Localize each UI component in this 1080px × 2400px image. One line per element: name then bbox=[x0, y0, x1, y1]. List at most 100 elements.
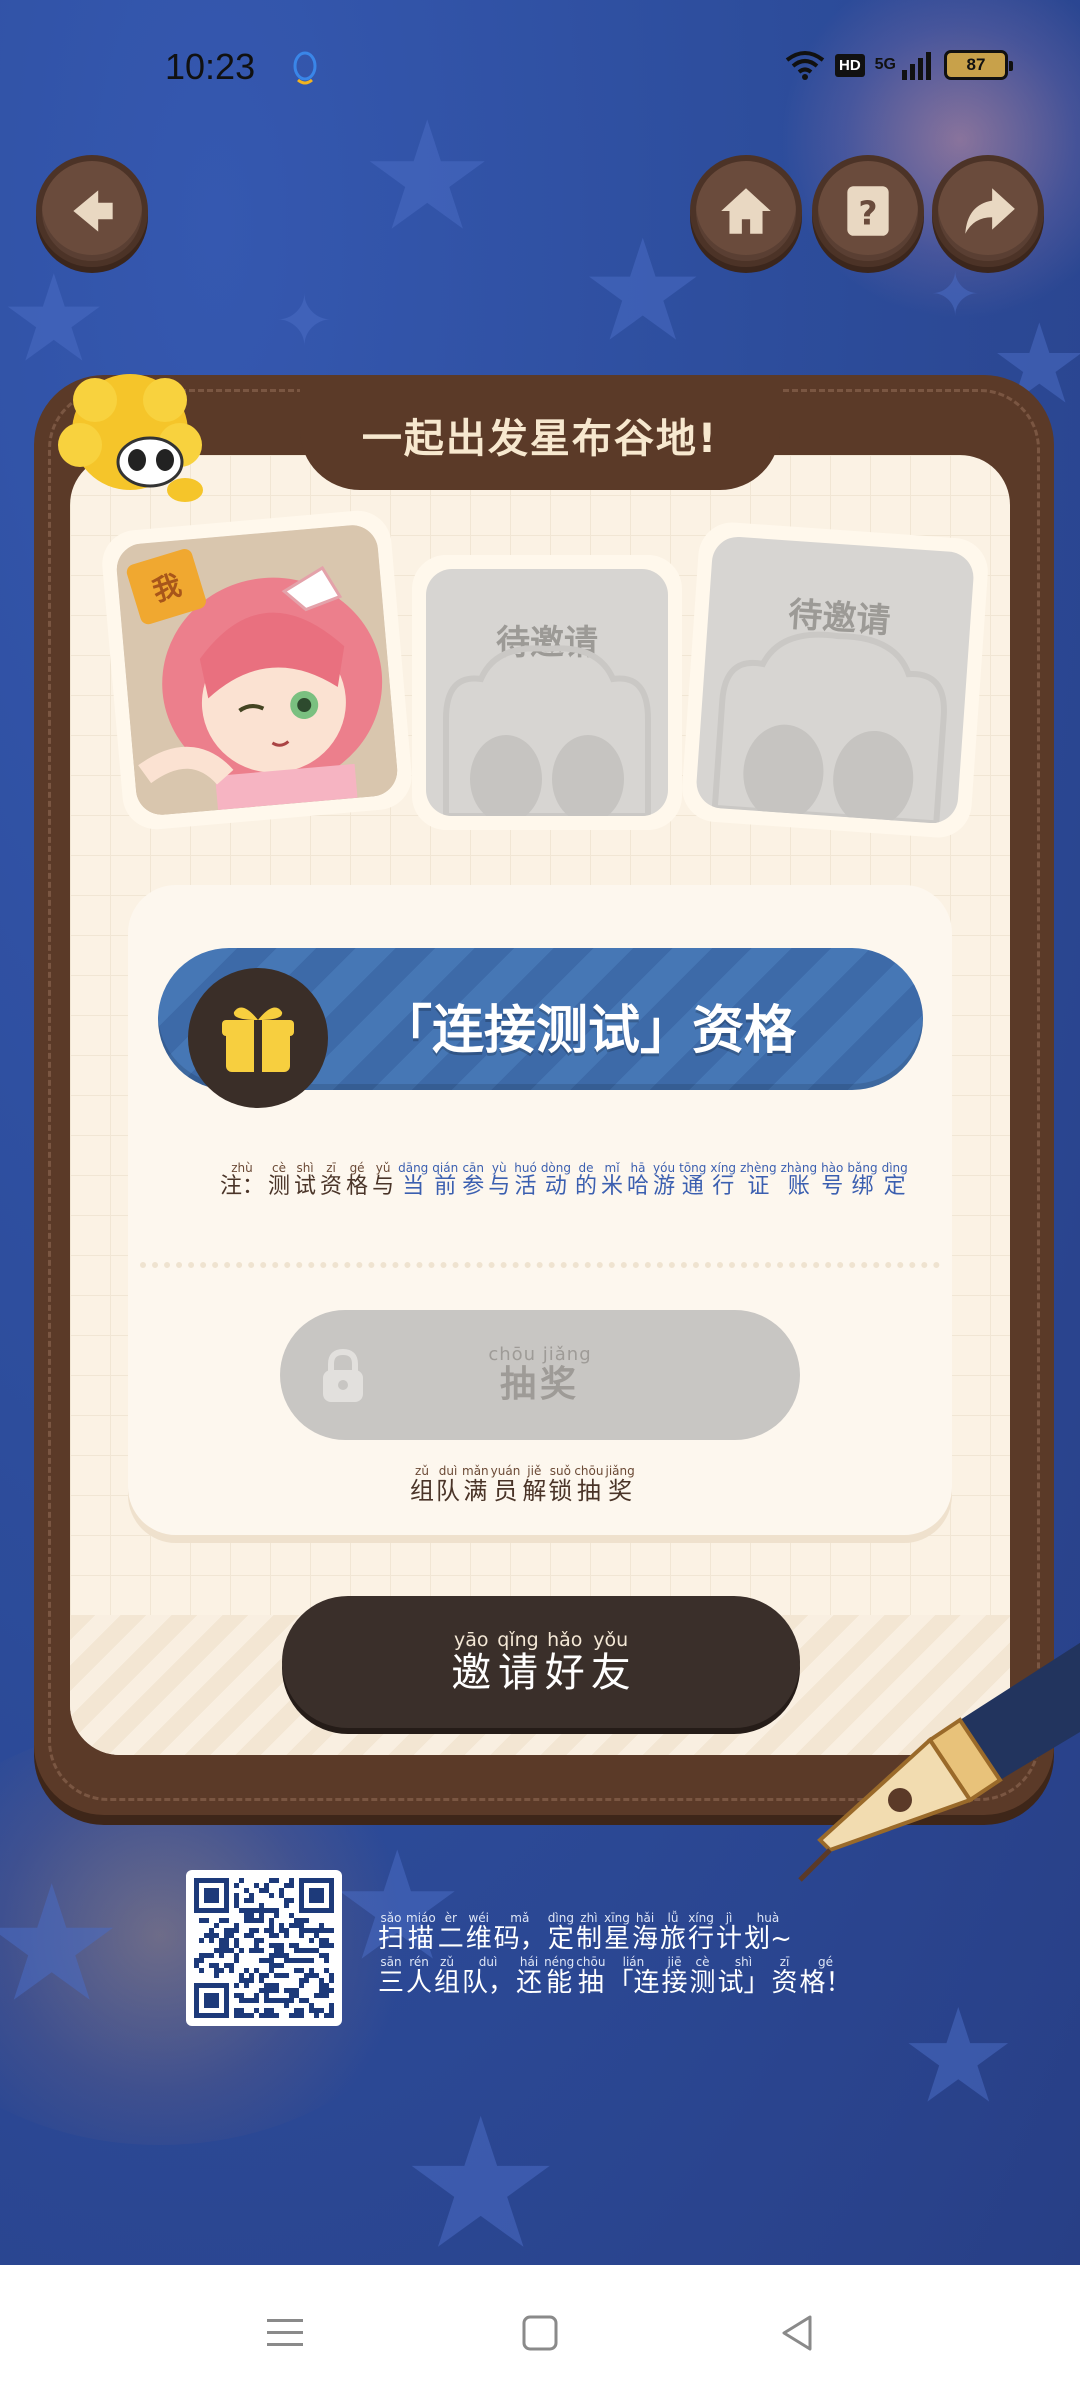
hanzi: 「连 bbox=[607, 1968, 660, 1998]
ruby-char: zī 资 bbox=[772, 1956, 798, 1996]
promo-line: sān 三 rén 人 zǔ 组 duì 队， hái 还 néng 能 chōu 抽 lián 「连 jiē 接… bbox=[378, 1956, 852, 1996]
menu-button[interactable] bbox=[255, 2307, 315, 2359]
ruby-char: xíng 行 bbox=[710, 1162, 736, 1198]
status-time: 10:23 bbox=[165, 46, 256, 87]
invite-button-label: yāo 邀 qǐng 请 hǎo 好 yǒu 友 bbox=[451, 1631, 631, 1696]
home-icon bbox=[721, 188, 771, 234]
qualification-note: zhù 注： cè 测 shì 试 zī 资 gé 格 yǔ 与 dāng 当 qián 前 cān 参 yù 与 hu… bbox=[220, 1162, 920, 1198]
ruby-char: hā 哈 bbox=[627, 1162, 649, 1198]
hanzi: 二 bbox=[437, 1924, 464, 1954]
ruby-char: gé 格！ bbox=[800, 1956, 852, 1996]
ruby-char: de 的 bbox=[575, 1162, 597, 1198]
invite-friends-button[interactable]: yāo 邀 qǐng 请 hǎo 好 yǒu 友 bbox=[282, 1596, 800, 1728]
invite-slot[interactable]: 待邀请 bbox=[412, 555, 682, 830]
share-button[interactable] bbox=[932, 155, 1044, 267]
hanzi: 奖 bbox=[608, 1477, 633, 1505]
hanzi: 号 bbox=[821, 1174, 844, 1199]
pending-avatar: 待邀请 bbox=[694, 535, 976, 825]
ruby-char: rén 人 bbox=[406, 1956, 432, 1996]
ruby-char: jiē 接 bbox=[661, 1956, 687, 1996]
back-button[interactable] bbox=[36, 155, 148, 267]
background-star: ★ bbox=[900, 1980, 1017, 2132]
my-avatar: 我 bbox=[114, 523, 400, 817]
ruby-char: suǒ 锁 bbox=[548, 1465, 572, 1503]
hanzi: 接 bbox=[661, 1968, 688, 1998]
hanzi: 友 bbox=[590, 1650, 631, 1696]
draw-label: 抽奖 bbox=[499, 1364, 580, 1406]
home-button[interactable] bbox=[690, 155, 802, 267]
promo-line: sǎo 扫 miáo 描 èr 二 wéi 维 mǎ 码， dìng 定 zhì 制 xīng 星 hǎi 海 lǚ… bbox=[378, 1912, 852, 1952]
hanzi: 能 bbox=[546, 1968, 573, 1998]
share-arrow-icon bbox=[965, 188, 1015, 234]
menu-icon bbox=[267, 2319, 303, 2346]
ruby-char: duì 队 bbox=[436, 1465, 460, 1503]
ruby-char: sān 三 bbox=[378, 1956, 404, 1996]
ruby-char: shì 试」 bbox=[718, 1956, 770, 1996]
ruby-char: hǎi 海 bbox=[632, 1912, 658, 1952]
invite-slot[interactable]: 待邀请 bbox=[679, 520, 991, 840]
hanzi: 测 bbox=[689, 1968, 716, 1998]
ruby-char: cè 测 bbox=[689, 1956, 715, 1996]
lock-icon bbox=[323, 1348, 363, 1402]
ruby-char: mǎ 码， bbox=[494, 1912, 546, 1952]
ruby-char: dìng 定 bbox=[882, 1162, 908, 1198]
background-star: ★ bbox=[0, 1850, 124, 2037]
battery-level: 87 bbox=[966, 55, 986, 74]
draw-button[interactable]: chōu jiǎng 抽奖 bbox=[280, 1310, 800, 1440]
ruby-char: yóu 游 bbox=[653, 1162, 675, 1198]
network-type: 5G bbox=[874, 56, 896, 73]
ruby-char: mǎn 满 bbox=[462, 1465, 489, 1503]
gift-badge bbox=[188, 968, 328, 1108]
hanzi: 三 bbox=[378, 1968, 405, 1998]
ruby-char: lián 「连 bbox=[607, 1956, 659, 1996]
hanzi: 员 bbox=[493, 1477, 518, 1505]
home-nav-button[interactable] bbox=[510, 2307, 570, 2359]
hanzi: 队， bbox=[462, 1968, 515, 1998]
signal-icon bbox=[902, 52, 931, 80]
hanzi: 活 bbox=[514, 1174, 537, 1199]
ruby-char: bǎng 绑 bbox=[847, 1162, 877, 1198]
hanzi: 格 bbox=[346, 1174, 369, 1199]
hanzi: 参 bbox=[462, 1174, 485, 1199]
hanzi: 锁 bbox=[548, 1477, 573, 1505]
ruby-char: miáo 描 bbox=[406, 1912, 436, 1952]
hanzi: 描 bbox=[407, 1924, 434, 1954]
status-icons: HD 5G 87 bbox=[785, 50, 1013, 80]
ruby-char: yǔ 与 bbox=[372, 1162, 394, 1198]
ruby-char: chōu 抽 bbox=[574, 1465, 603, 1503]
ruby-char: sǎo 扫 bbox=[378, 1912, 404, 1952]
hanzi: 星 bbox=[603, 1924, 630, 1954]
qualification-label: 「连接测试」资格 bbox=[380, 1000, 797, 1061]
draw-pinyin: chōu jiǎng bbox=[488, 1344, 592, 1366]
hanzi: 解 bbox=[522, 1477, 547, 1505]
hanzi: 注： bbox=[220, 1174, 265, 1199]
ruby-char: cān 参 bbox=[462, 1162, 484, 1198]
divider bbox=[140, 1262, 940, 1268]
hanzi: 证 bbox=[747, 1174, 770, 1199]
hanzi: 动 bbox=[544, 1174, 567, 1199]
help-button[interactable]: ? bbox=[812, 155, 924, 267]
unlock-hint: zǔ 组 duì 队 mǎn 满 yuán 员 jiě 解 suǒ 锁 chōu 抽 jiǎng 奖 bbox=[410, 1465, 635, 1503]
back-nav-button[interactable] bbox=[768, 2307, 828, 2359]
hanzi: 抽 bbox=[577, 1968, 604, 1998]
background-star: ★ bbox=[580, 210, 706, 373]
hanzi: 旅 bbox=[660, 1924, 687, 1954]
hanzi: 定 bbox=[547, 1924, 574, 1954]
hanzi: 行 bbox=[688, 1924, 715, 1954]
hanzi: 定 bbox=[883, 1174, 906, 1199]
hanzi: 扫 bbox=[378, 1924, 405, 1954]
hanzi: 制 bbox=[575, 1924, 602, 1954]
ruby-char: néng 能 bbox=[544, 1956, 574, 1996]
ruby-char: hào 号 bbox=[821, 1162, 843, 1198]
battery-indicator: 87 bbox=[944, 50, 1013, 80]
hanzi: 测 bbox=[268, 1174, 291, 1199]
ruby-char: hǎo 好 bbox=[545, 1631, 585, 1694]
hanzi: 人 bbox=[406, 1968, 433, 1998]
ruby-char: dòng 动 bbox=[541, 1162, 571, 1198]
ruby-char: huà 划~ bbox=[744, 1912, 792, 1952]
status-bar: 10:23 HD 5G 87 bbox=[0, 0, 1080, 140]
hanzi: 通 bbox=[681, 1174, 704, 1199]
hanzi: 资 bbox=[320, 1174, 343, 1199]
qr-code[interactable] bbox=[186, 1870, 342, 2026]
ruby-char: mǐ 米 bbox=[601, 1162, 623, 1198]
